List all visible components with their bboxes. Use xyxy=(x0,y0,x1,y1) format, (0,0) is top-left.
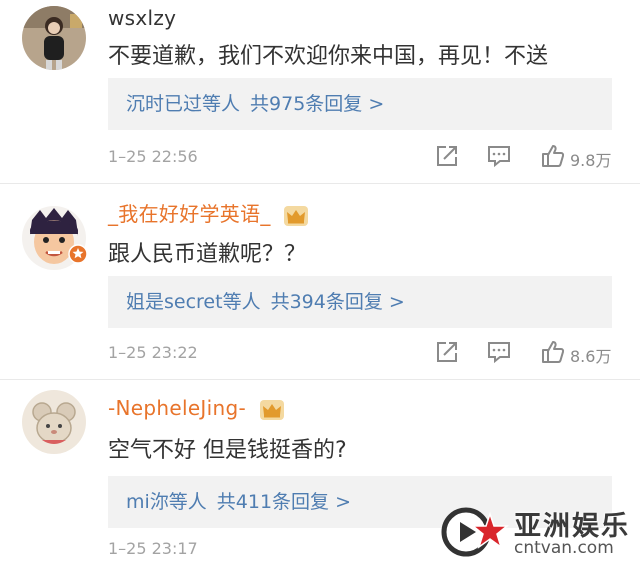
watermark-url: cntvan.com xyxy=(514,538,614,558)
comment-text: 跟人民币道歉呢？？ xyxy=(108,242,307,267)
comment-icon[interactable] xyxy=(486,339,512,365)
like-icon[interactable] xyxy=(540,143,566,169)
verified-badge-icon xyxy=(68,244,88,264)
replies-count: 共394条回复 > xyxy=(270,291,405,313)
replies-link[interactable]: 沉时已过等人 共975条回复 > xyxy=(108,78,612,130)
replies-count: 共975条回复 > xyxy=(250,93,385,115)
share-icon[interactable] xyxy=(434,339,460,365)
comment-text: 不要道歉，我们不欢迎你来中国，再见！不送 xyxy=(108,44,549,69)
replies-count: 共411条回复 > xyxy=(216,491,352,513)
like-icon[interactable] xyxy=(540,339,566,365)
timestamp: 1–25 23:22 xyxy=(108,343,198,362)
username[interactable]: wsxlzy xyxy=(108,6,176,30)
like-count: 9.8万 xyxy=(570,151,612,170)
comment-footer: 1–25 22:56 9.8万 xyxy=(108,143,640,173)
replies-users: 沉时已过等人 xyxy=(126,93,241,115)
username-text: -NepheleJing- xyxy=(108,396,246,420)
replies-users: 姐是secret等人 xyxy=(126,291,261,313)
comment-footer: 1–25 23:22 8.6万 xyxy=(108,339,640,369)
crown-icon xyxy=(259,399,284,420)
username[interactable]: _我在好好学英语_ xyxy=(108,198,309,227)
avatar[interactable] xyxy=(22,6,86,70)
username[interactable]: -NepheleJing- xyxy=(108,396,285,421)
avatar[interactable] xyxy=(22,390,86,454)
comment-icon[interactable] xyxy=(486,143,512,169)
crown-icon xyxy=(284,205,309,226)
comment-item: _我在好好学英语_ 跟人民币道歉呢？？ 姐是secret等人 共394条回复 > … xyxy=(0,184,640,380)
comment-item: wsxlzy 不要道歉，我们不欢迎你来中国，再见！不送 沉时已过等人 共975条回… xyxy=(0,0,640,184)
replies-link[interactable]: 姐是secret等人 共394条回复 > xyxy=(108,276,612,328)
share-icon[interactable] xyxy=(434,143,460,169)
username-text: _我在好好学英语_ xyxy=(108,202,271,226)
timestamp: 1–25 22:56 xyxy=(108,147,198,166)
watermark-logo-icon xyxy=(441,507,510,557)
comment-text: 空气不好 但是钱挺香的? xyxy=(108,438,347,463)
timestamp: 1–25 23:17 xyxy=(108,539,198,558)
like-count: 8.6万 xyxy=(570,347,612,366)
watermark: 亚洲娱乐 cntvan.com xyxy=(436,498,636,566)
replies-users: mi沵等人 xyxy=(126,491,207,513)
